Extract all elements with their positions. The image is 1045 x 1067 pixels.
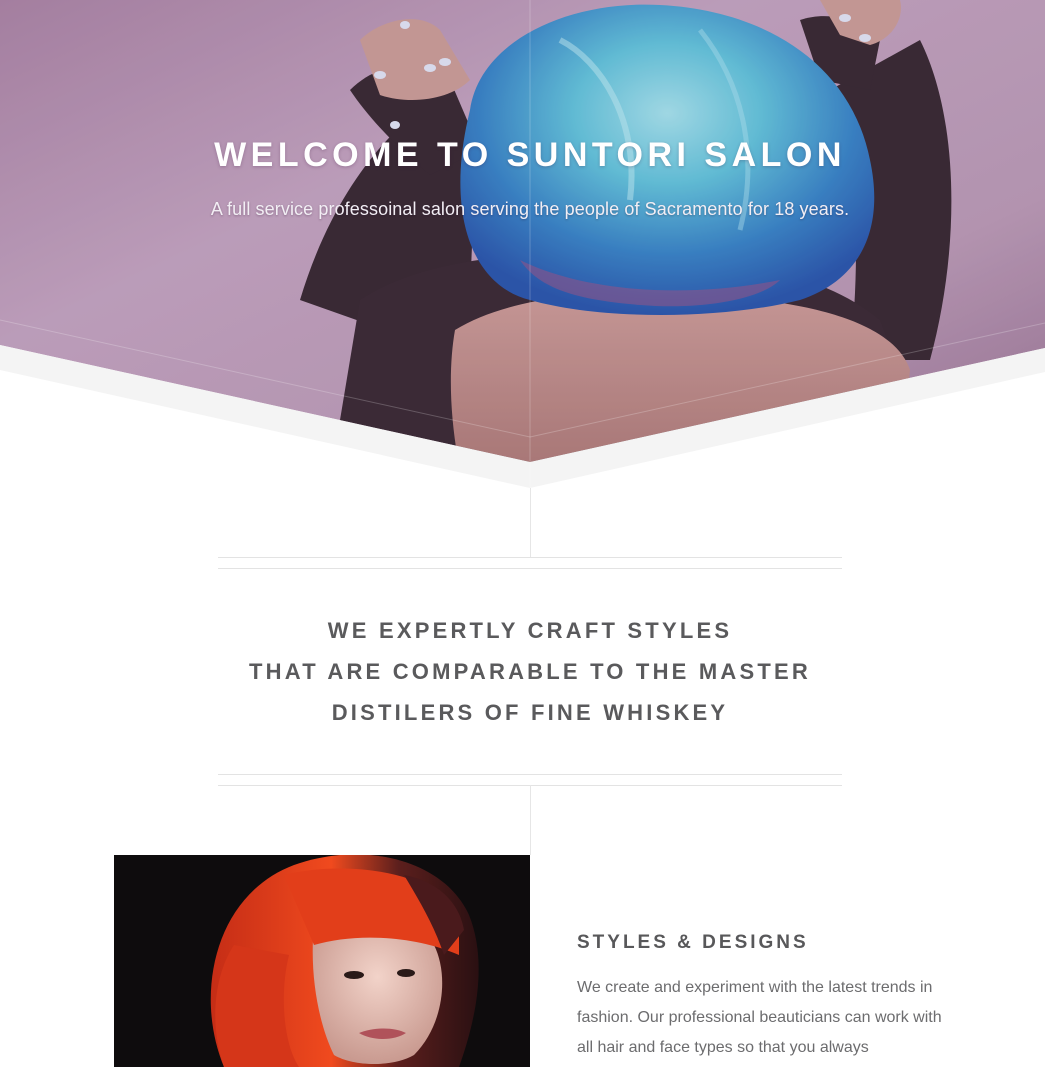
tagline-line-2: THAT ARE COMPARABLE TO THE MASTER <box>249 659 811 684</box>
hero-section: WELCOME TO SUNTORI SALON A full service … <box>0 0 1045 490</box>
center-divider-top <box>530 488 531 557</box>
hero-title: WELCOME TO SUNTORI SALON <box>214 136 846 174</box>
feature-image <box>114 855 530 1067</box>
tagline-line-3: DISTILERS OF FINE WHISKEY <box>331 700 729 725</box>
tagline-bottom-rule <box>218 774 842 775</box>
feature-body: We create and experiment with the latest… <box>577 979 942 1056</box>
feature-image-art <box>114 855 530 1067</box>
tagline: WE EXPERTLY CRAFT STYLES THAT ARE COMPAR… <box>0 610 1045 733</box>
tagline-line-1: WE EXPERTLY CRAFT STYLES <box>327 618 733 643</box>
hero-guide-lines <box>0 0 1045 490</box>
center-divider-bottom <box>530 785 531 855</box>
tagline-top-rule <box>218 557 842 558</box>
hero-subtitle: A full service professoinal salon servin… <box>210 199 850 219</box>
tagline-top-rule-2 <box>218 568 842 569</box>
page: WELCOME TO SUNTORI SALON A full service … <box>0 0 1045 1067</box>
feature-heading: STYLES & DESIGNS <box>577 932 809 953</box>
